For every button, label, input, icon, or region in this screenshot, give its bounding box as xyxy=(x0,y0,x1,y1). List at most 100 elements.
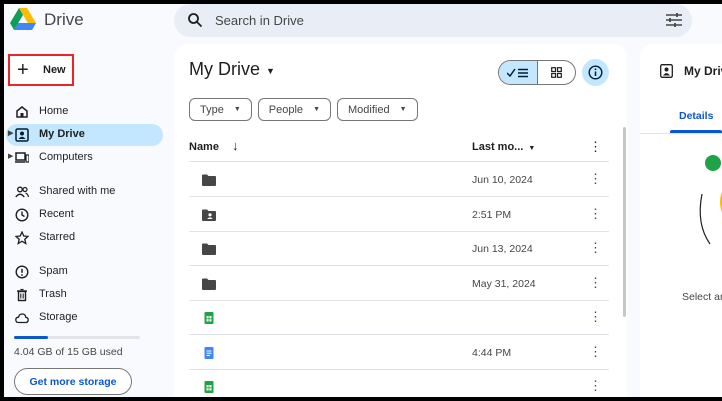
details-title: My Drive xyxy=(684,64,722,78)
table-row[interactable]: Jun 13, 2024 ⋮ xyxy=(189,232,609,266)
new-button-label: New xyxy=(43,64,66,76)
sheets-icon xyxy=(204,312,214,324)
filter-people[interactable]: People ▼ xyxy=(257,98,331,121)
scrollbar[interactable] xyxy=(623,127,626,317)
grid-view-button[interactable] xyxy=(536,61,575,84)
sidebar-item-storage[interactable]: Storage xyxy=(6,307,163,329)
table-row[interactable]: ⋮ xyxy=(189,370,609,397)
docs-icon xyxy=(204,346,214,359)
sidebar-item-spam[interactable]: Spam xyxy=(6,261,163,283)
spam-icon xyxy=(15,265,29,279)
sidebar-item-shared-with-me[interactable]: Shared with me xyxy=(6,181,163,203)
clock-icon xyxy=(15,208,29,222)
new-button[interactable]: + New xyxy=(8,54,74,86)
search-input[interactable]: Search in Drive xyxy=(215,13,304,28)
expand-caret-icon[interactable]: ▶ xyxy=(8,152,13,160)
last-modified-cell: Jun 10, 2024 xyxy=(472,174,533,186)
drive-logo[interactable]: Drive xyxy=(10,8,84,31)
home-icon xyxy=(16,106,28,118)
table-row[interactable]: 2:51 PM ⋮ xyxy=(189,198,609,232)
details-panel: My Drive Details Select an item to see t… xyxy=(640,44,722,397)
last-modified-cell: 4:44 PM xyxy=(472,346,512,359)
plus-icon: + xyxy=(17,59,29,81)
table-row[interactable]: 4:44 PM ⋮ xyxy=(189,336,609,370)
more-options-icon[interactable]: ⋮ xyxy=(589,378,602,394)
sidebar-item-label: Recent xyxy=(39,208,74,220)
storage-usage-fill xyxy=(14,336,49,339)
sidebar-item-recent[interactable]: Recent xyxy=(6,204,163,226)
last-modified-cell: 2:51 PM xyxy=(472,208,512,221)
search-icon xyxy=(188,13,203,28)
view-toggle xyxy=(498,60,576,85)
expand-caret-icon[interactable]: ▶ xyxy=(8,129,13,137)
filter-label: People xyxy=(268,103,304,116)
more-options-icon[interactable]: ⋮ xyxy=(589,344,602,360)
my-drive-icon xyxy=(15,128,29,142)
page-title: My Drive xyxy=(189,59,260,79)
table-row[interactable]: Jun 10, 2024 ⋮ xyxy=(189,163,609,197)
column-header-name[interactable]: Name xyxy=(189,141,219,153)
column-header-last-modified[interactable]: Last mo... ▼ xyxy=(472,141,535,153)
more-options-icon[interactable]: ⋮ xyxy=(589,171,602,187)
list-view-button[interactable] xyxy=(499,61,537,84)
more-options-icon[interactable]: ⋮ xyxy=(589,139,602,155)
page-title-menu[interactable]: My Drive ▼ xyxy=(189,59,275,80)
table-row[interactable]: May 31, 2024 ⋮ xyxy=(189,267,609,301)
more-options-icon[interactable]: ⋮ xyxy=(589,240,602,256)
sidebar-item-home[interactable]: Home xyxy=(6,101,163,123)
filter-chips: Type ▼ People ▼ Modified ▼ xyxy=(189,98,418,121)
sidebar-item-label: My Drive xyxy=(39,128,85,140)
sidebar-item-label: Home xyxy=(39,105,69,117)
view-details-button[interactable] xyxy=(582,59,609,86)
shared-icon xyxy=(15,186,29,198)
trash-icon xyxy=(17,288,27,302)
sidebar-item-label: Trash xyxy=(39,288,67,300)
search-bar[interactable]: Search in Drive xyxy=(174,4,692,37)
cloud-icon xyxy=(15,313,29,324)
filter-type[interactable]: Type ▼ xyxy=(189,98,252,121)
search-options-icon[interactable] xyxy=(666,13,682,27)
table-row[interactable]: ⋮ xyxy=(189,301,609,335)
tab-details[interactable]: Details xyxy=(679,110,713,122)
chevron-down-icon: ▼ xyxy=(399,106,407,113)
chevron-down-icon: ▼ xyxy=(266,65,275,76)
app-name: Drive xyxy=(44,9,84,29)
drive-logo-icon xyxy=(10,8,36,30)
grid-icon xyxy=(551,67,562,78)
sidebar-item-label: Shared with me xyxy=(39,185,116,197)
sidebar-item-label: Computers xyxy=(39,151,93,163)
filter-label: Type xyxy=(200,103,224,116)
sidebar-item-my-drive[interactable]: ▶ My Drive xyxy=(6,124,163,146)
get-more-storage-button[interactable]: Get more storage xyxy=(14,368,132,395)
shared-folder-icon xyxy=(202,209,216,221)
app-window: Drive Search in Drive + New Home ▶ My Dr… xyxy=(4,4,722,397)
sidebar-item-label: Starred xyxy=(39,231,76,243)
sidebar-item-trash[interactable]: Trash xyxy=(6,284,163,306)
main-panel: My Drive ▼ Type ▼ People ▼ Modified ▼ Na… xyxy=(174,44,627,397)
sidebar-item-starred[interactable]: Starred xyxy=(6,227,163,249)
chevron-down-icon: ▼ xyxy=(233,106,241,113)
details-empty-text: Select an item to see the details xyxy=(682,291,722,303)
details-illustration xyxy=(699,155,722,245)
divider xyxy=(640,133,722,134)
more-options-icon[interactable]: ⋮ xyxy=(589,275,602,291)
filter-modified[interactable]: Modified ▼ xyxy=(337,98,418,121)
last-modified-cell: May 31, 2024 xyxy=(472,277,536,290)
chevron-down-icon: ▼ xyxy=(528,145,536,152)
check-list-icon xyxy=(506,68,528,77)
storage-usage-bar xyxy=(14,336,140,339)
sidebar-item-label: Storage xyxy=(39,311,78,323)
more-options-icon[interactable]: ⋮ xyxy=(589,206,602,222)
sidebar-item-label: Spam xyxy=(39,265,68,277)
sheets-icon xyxy=(204,381,214,393)
more-options-icon[interactable]: ⋮ xyxy=(589,309,602,325)
sort-arrow-down-icon[interactable]: ↓ xyxy=(232,138,239,153)
sidebar-item-computers[interactable]: ▶ Computers xyxy=(6,147,163,169)
filter-label: Modified xyxy=(348,103,390,116)
computers-icon xyxy=(15,152,29,163)
folder-icon xyxy=(202,243,216,255)
storage-usage-text: 4.04 GB of 15 GB used xyxy=(14,346,123,358)
last-modified-cell: Jun 13, 2024 xyxy=(472,243,533,255)
my-drive-icon xyxy=(660,64,673,78)
folder-icon xyxy=(202,278,216,290)
